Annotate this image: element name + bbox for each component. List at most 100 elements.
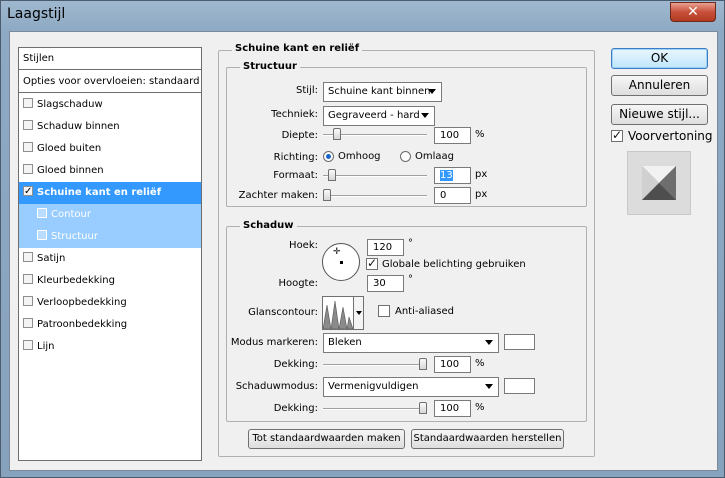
altitude-input[interactable]: 30 [367,275,404,292]
style-item[interactable]: Satijn [19,248,201,270]
angle-input[interactable]: 120 [367,239,404,256]
reset-default-button[interactable]: Standaardwaarden herstellen [411,429,564,449]
depth-label: Diepte: [281,130,318,141]
highlight-opacity-input[interactable]: 100 [434,356,471,373]
ok-button[interactable]: OK [611,48,708,69]
styles-list: Stijlen Opties voor overvloeien: standaa… [18,47,202,461]
style-item-label: Schaduw binnen [37,121,120,132]
style-select[interactable]: Schuine kant binnen [323,82,442,102]
shadow-mode-select[interactable]: Vermenigvuldigen [323,377,499,397]
direction-up-label[interactable]: Omhoog [338,151,381,162]
direction-up-radio[interactable] [323,151,334,162]
soften-slider-handle[interactable] [323,189,331,201]
style-item-label: Verloopbedekking [37,297,127,308]
close-button[interactable]: ✕ [670,2,716,22]
direction-down-label[interactable]: Omlaag [415,151,454,162]
crosshair-icon: ✛ [333,247,341,257]
style-item-checkbox[interactable] [23,318,33,328]
highlight-mode-label: Modus markeren: [230,337,318,348]
style-item[interactable]: Patroonbedekking [19,314,201,336]
shadow-opacity-handle[interactable] [419,402,427,414]
title-bar[interactable]: Laagstijl ✕ [1,1,724,31]
anti-aliased-checkbox[interactable] [378,305,390,317]
style-item[interactable]: Schaduw binnen [19,116,201,138]
soften-input[interactable]: 0 [434,187,471,204]
style-select-value: Schuine kant binnen [328,86,431,97]
style-item[interactable]: Schuine kant en reliëf [19,181,201,204]
cancel-button[interactable]: Annuleren [611,75,708,96]
soften-slider-track[interactable] [323,195,427,197]
style-item-label: Gloed buiten [37,143,102,154]
technique-select-value: Gegraveerd - hard [328,110,420,121]
angle-unit: ° [408,238,413,249]
dialog-client: Stijlen Opties voor overvloeien: standaa… [9,31,718,471]
style-item-checkbox[interactable] [23,340,33,350]
size-slider-track[interactable] [323,175,427,177]
style-item-label: Gloed binnen [37,165,104,176]
new-style-button[interactable]: Nieuwe stijl... [611,104,708,125]
style-item[interactable]: Gloed buiten [19,138,201,160]
gloss-contour-picker[interactable] [322,296,354,330]
style-item-checkbox[interactable] [23,181,33,203]
global-light-label[interactable]: Globale belichting gebruiken [382,259,526,270]
shadow-opacity-input[interactable]: 100 [434,400,471,417]
global-light-checkbox[interactable] [366,256,378,270]
style-item-checkbox[interactable] [23,142,33,152]
style-item-checkbox[interactable] [23,252,33,262]
style-label: Stijl: [296,85,318,96]
style-item-label: Lijn [37,341,55,352]
shadow-color-swatch[interactable] [504,378,535,394]
depth-slider-handle[interactable] [332,128,341,140]
style-item[interactable]: Structuur [19,226,201,248]
gloss-contour-dropdown[interactable] [353,296,364,330]
size-label: Formaat: [273,170,318,181]
style-item[interactable]: Gloed binnen [19,160,201,182]
preview-label[interactable]: Voorvertoning [628,129,713,143]
style-item-label: Schuine kant en reliëf [37,187,162,198]
direction-label: Richting: [273,152,318,163]
depth-input[interactable]: 100 [434,127,471,144]
highlight-opacity-unit: % [475,358,485,369]
style-item-label: Patroonbedekking [37,319,128,330]
style-item[interactable]: Lijn [19,336,201,358]
size-input[interactable]: 13 [434,167,471,184]
contour-curve-icon [322,300,354,330]
layer-style-window: Laagstijl ✕ Stijlen Opties voor overvloe… [0,0,725,478]
style-item-checkbox[interactable] [23,120,33,130]
soften-label: Zachter maken: [238,190,318,201]
direction-down-radio[interactable] [400,151,411,162]
highlight-opacity-handle[interactable] [419,358,427,370]
style-item-checkbox[interactable] [23,274,33,284]
style-item[interactable]: Verloopbedekking [19,292,201,314]
technique-select[interactable]: Gegraveerd - hard [323,106,435,126]
style-item[interactable]: Slagschaduw [19,94,201,116]
shadow-mode-value: Vermenigvuldigen [328,381,419,392]
highlight-color-swatch[interactable] [504,334,535,350]
shadow-opacity-label: Dekking: [273,403,318,414]
style-item-label: Structuur [51,231,98,242]
blend-options-item[interactable]: Opties voor overvloeien: standaard [19,71,201,93]
style-item-checkbox[interactable] [23,98,33,108]
anti-aliased-label[interactable]: Anti-aliased [395,306,454,317]
style-item-checkbox[interactable] [37,230,47,240]
angle-dial[interactable]: ✛ [322,243,360,281]
styles-list-header[interactable]: Stijlen [19,48,201,70]
preview-checkbox[interactable] [611,128,623,142]
style-item-label: Contour [51,209,91,220]
shadow-opacity-track[interactable] [323,408,427,410]
style-item[interactable]: Contour [19,204,201,226]
size-slider-handle[interactable] [327,169,336,181]
make-default-button[interactable]: Tot standaardwaarden maken [248,429,405,449]
size-input-value: 13 [440,170,453,181]
angle-label: Hoek: [289,240,318,251]
highlight-opacity-track[interactable] [323,364,427,366]
style-item-checkbox[interactable] [23,164,33,174]
highlight-mode-select[interactable]: Bleken [323,333,499,353]
style-item-label: Slagschaduw [37,99,103,110]
soften-unit: px [475,189,488,200]
style-item-checkbox[interactable] [23,296,33,306]
style-item-checkbox[interactable] [37,208,47,218]
style-preview-thumbnail [627,151,691,215]
style-item[interactable]: Kleurbedekking [19,270,201,292]
shadow-mode-label: Schaduwmodus: [235,381,318,392]
